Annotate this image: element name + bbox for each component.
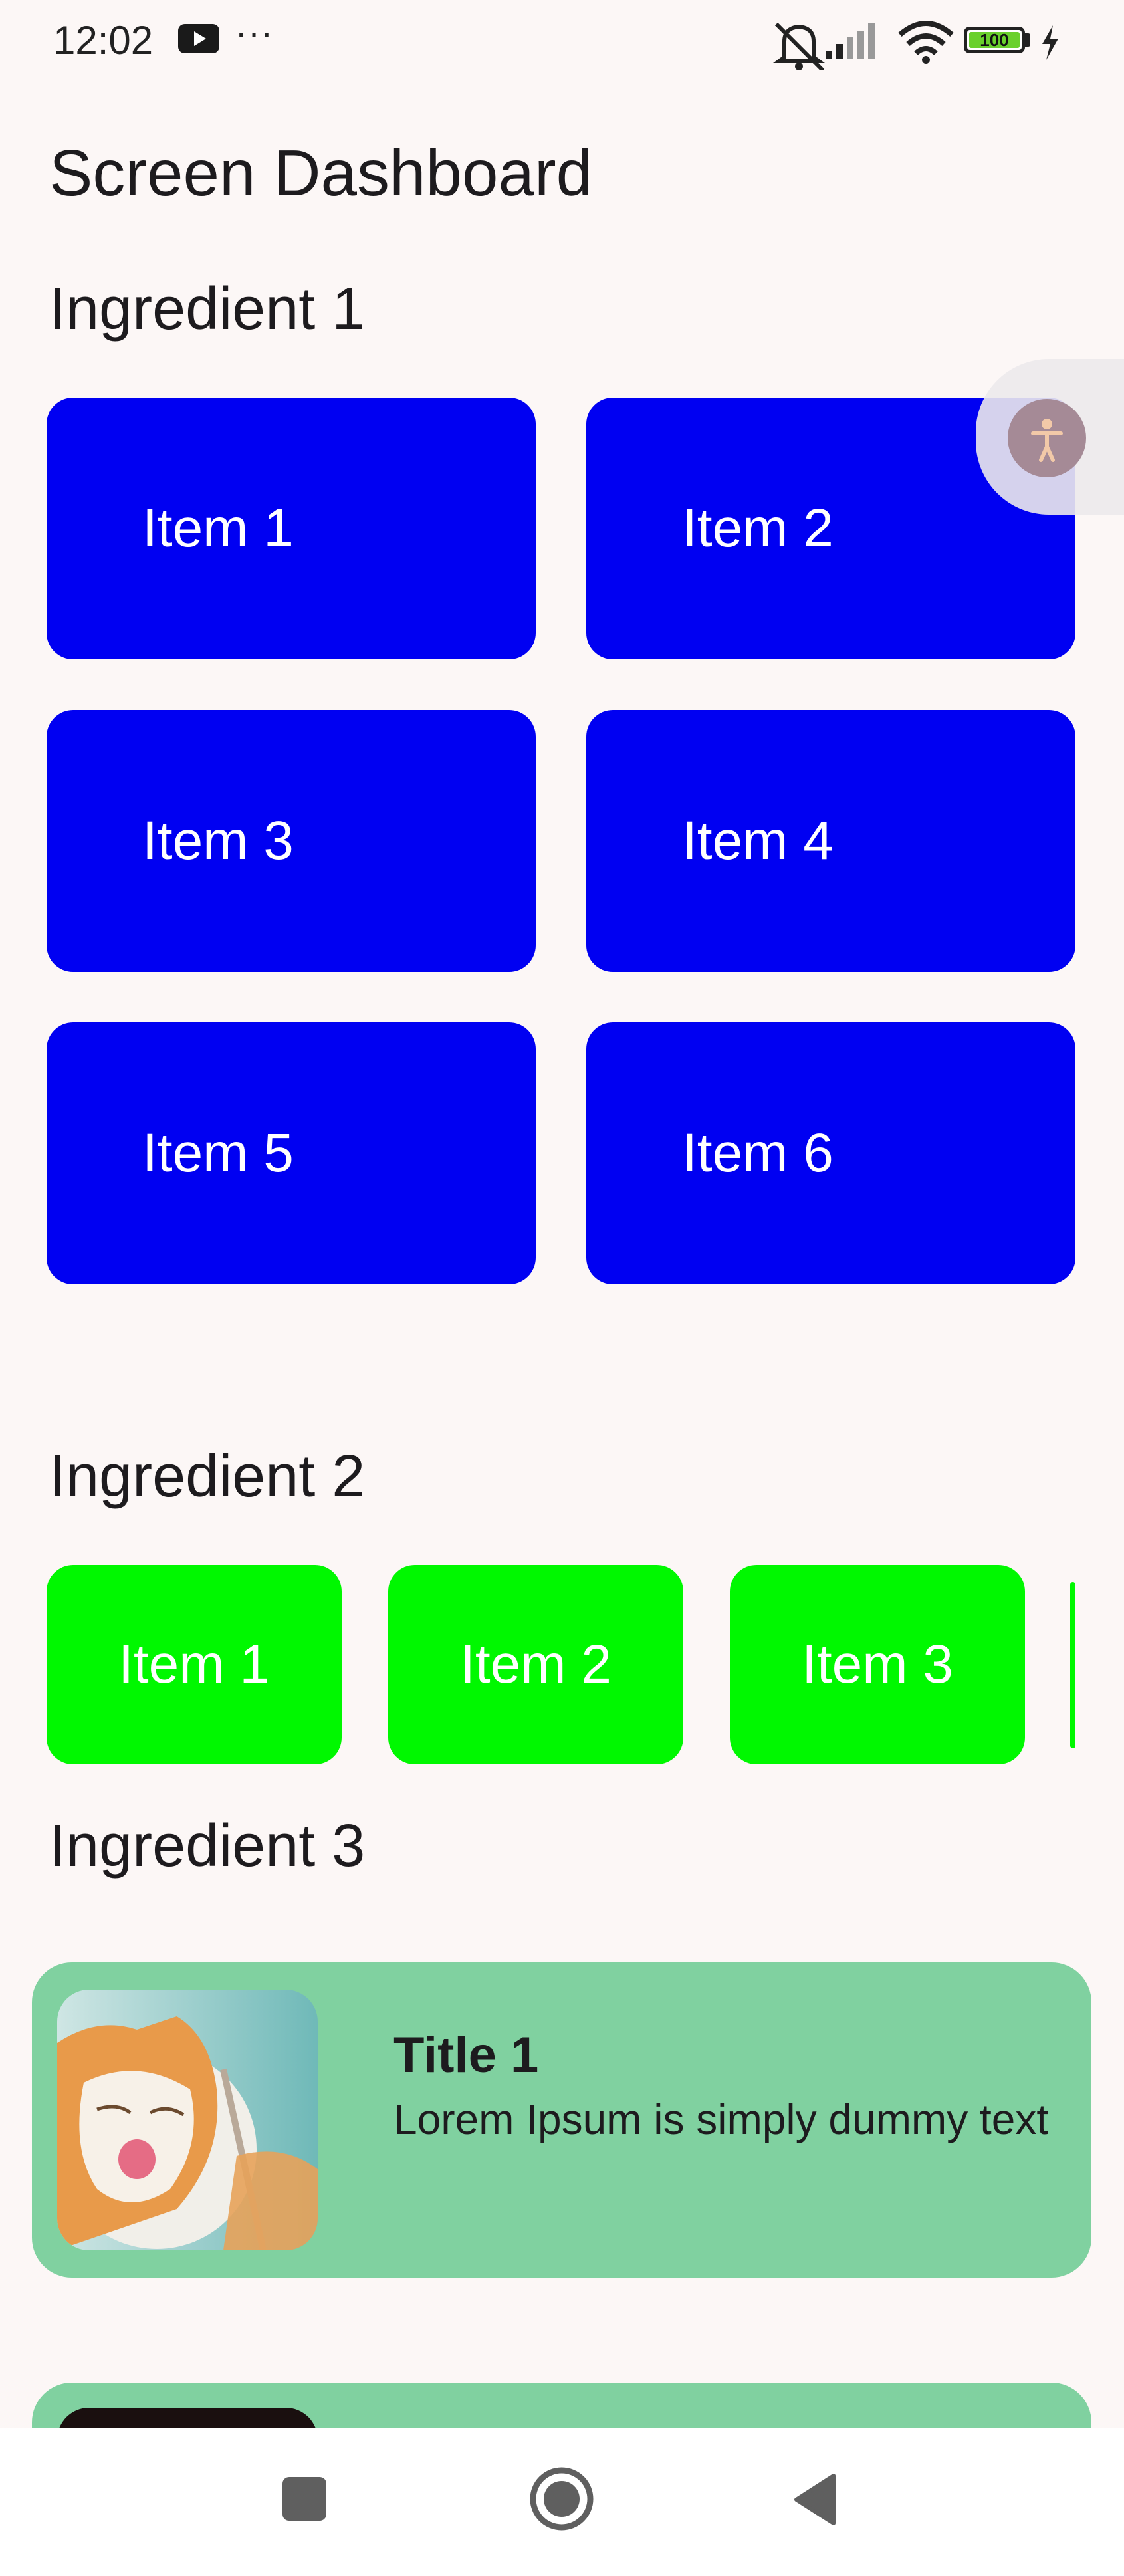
youtube-icon: [178, 24, 219, 53]
charging-icon: [1042, 25, 1058, 60]
section-title-ingredient-1: Ingredient 1: [49, 276, 366, 342]
accessibility-button[interactable]: [1008, 399, 1086, 477]
row-item-3[interactable]: Item 3: [730, 1565, 1025, 1764]
signal-icon: [826, 23, 875, 59]
page-title: Screen Dashboard: [49, 136, 593, 209]
section-title-ingredient-3: Ingredient 3: [49, 1813, 366, 1879]
battery-tip: [1025, 33, 1030, 47]
battery-level: 100: [969, 31, 1020, 49]
wifi-icon: [898, 21, 954, 64]
grid-item-3[interactable]: Item 3: [47, 710, 536, 972]
row-item-1[interactable]: Item 1: [47, 1565, 342, 1764]
card-text: Lorem Ipsum is simply dummy text: [393, 2095, 1049, 2143]
battery-icon: 100: [964, 27, 1025, 53]
back-triangle-icon[interactable]: [792, 2473, 839, 2526]
status-time: 12:02: [53, 18, 154, 62]
row-item-2[interactable]: Item 2: [388, 1565, 683, 1764]
card-image: [57, 1990, 318, 2250]
grid-item-6[interactable]: Item 6: [586, 1022, 1075, 1284]
home-circle-icon[interactable]: [529, 2466, 594, 2531]
recents-square-icon[interactable]: [282, 2477, 326, 2521]
grid-item-1[interactable]: Item 1: [47, 398, 536, 659]
card-title: Title 1: [393, 2027, 539, 2083]
row-item-4-partial[interactable]: [1070, 1582, 1075, 1748]
accessibility-icon: [1031, 419, 1063, 462]
grid-item-5[interactable]: Item 5: [47, 1022, 536, 1284]
section-title-ingredient-2: Ingredient 2: [49, 1443, 366, 1510]
more-icon: ···: [235, 14, 274, 53]
grid-item-4[interactable]: Item 4: [586, 710, 1075, 972]
cat-photo: [57, 1990, 318, 2250]
